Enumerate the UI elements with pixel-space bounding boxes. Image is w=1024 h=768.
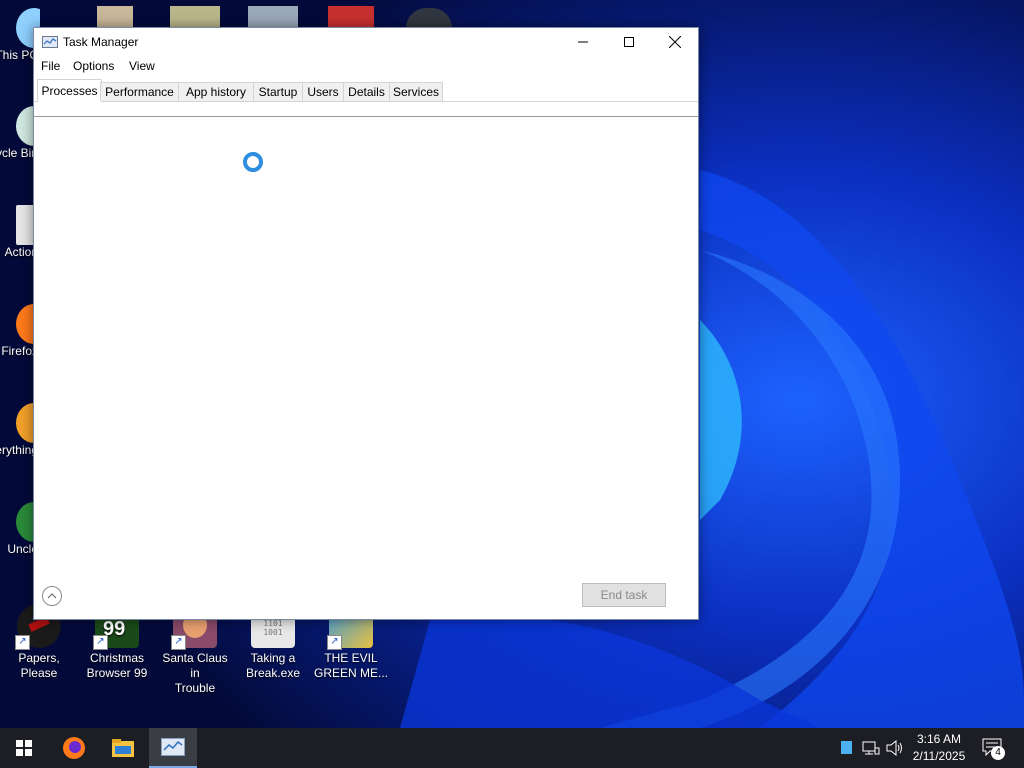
minimize-icon <box>578 41 588 43</box>
tab-services[interactable]: Services <box>389 82 443 101</box>
taskbar: 3:16 AM 2/11/2025 4 <box>0 728 1024 768</box>
task-manager-window: Task Manager File Options View Processes… <box>33 27 699 620</box>
tab-strip: Processes Performance App history Startu… <box>34 79 698 102</box>
network-icon[interactable] <box>862 740 880 756</box>
top-desktop-icon-1[interactable] <box>97 6 133 28</box>
title-bar[interactable]: Task Manager <box>34 28 698 56</box>
top-desktop-icon-3[interactable] <box>248 6 298 28</box>
tray-app-icon[interactable] <box>841 741 852 754</box>
taskbar-file-explorer[interactable] <box>99 728 147 768</box>
tab-performance[interactable]: Performance <box>100 82 179 101</box>
chevron-up-icon <box>47 593 57 599</box>
tab-users[interactable]: Users <box>302 82 344 101</box>
menu-view[interactable]: View <box>129 59 155 73</box>
clock[interactable]: 3:16 AM 2/11/2025 <box>904 731 974 765</box>
notification-count-badge: 4 <box>991 746 1005 760</box>
close-button[interactable] <box>652 28 698 56</box>
shortcut-arrow-icon: ↗ <box>327 635 342 650</box>
shortcut-arrow-icon: ↗ <box>93 635 108 650</box>
loading-spinner-icon <box>243 152 263 172</box>
window-footer: End task <box>34 570 698 619</box>
menu-options[interactable]: Options <box>73 59 114 73</box>
top-desktop-icon-2[interactable] <box>170 6 220 28</box>
close-icon <box>669 36 681 48</box>
minimize-button[interactable] <box>560 28 606 56</box>
tab-app-history[interactable]: App history <box>178 82 254 101</box>
end-task-button[interactable]: End task <box>582 583 666 607</box>
shortcut-arrow-icon: ↗ <box>171 635 186 650</box>
menu-bar: File Options View <box>34 56 698 78</box>
fewer-details-button[interactable] <box>42 586 62 606</box>
task-manager-icon <box>161 738 185 756</box>
maximize-icon <box>624 37 634 47</box>
folder-icon <box>112 739 134 757</box>
maximize-button[interactable] <box>606 28 652 56</box>
taskbar-task-manager[interactable] <box>149 728 197 768</box>
windows-logo-icon <box>16 740 32 756</box>
tab-processes[interactable]: Processes <box>37 79 102 102</box>
shortcut-arrow-icon: ↗ <box>15 635 30 650</box>
tab-details[interactable]: Details <box>343 82 390 101</box>
processes-panel <box>34 116 698 571</box>
firefox-icon <box>63 737 85 759</box>
start-button[interactable] <box>0 728 48 768</box>
task-manager-icon <box>42 36 58 48</box>
window-title: Task Manager <box>63 35 139 49</box>
clock-time: 3:16 AM <box>916 732 962 746</box>
action-center-button[interactable]: 4 <box>982 738 1006 760</box>
menu-file[interactable]: File <box>41 59 60 73</box>
tab-startup[interactable]: Startup <box>253 82 303 101</box>
taskbar-firefox[interactable] <box>50 728 98 768</box>
volume-icon[interactable] <box>886 740 904 756</box>
top-desktop-icon-4[interactable] <box>328 6 374 28</box>
clock-date: 2/11/2025 <box>912 749 966 763</box>
